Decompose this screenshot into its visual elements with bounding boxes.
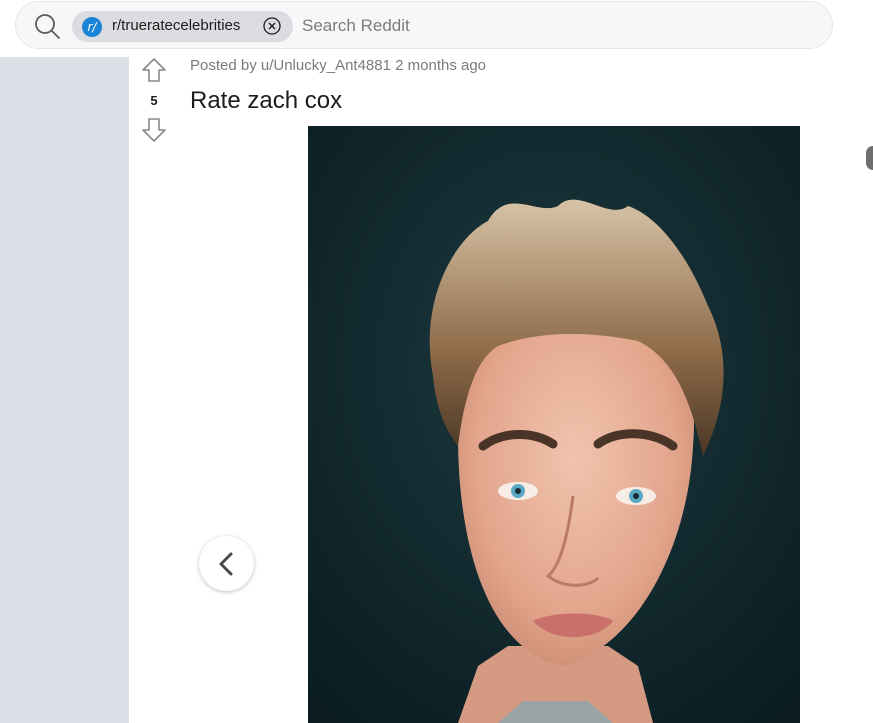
top-bar: r/ r/trueratecelebrities — [0, 0, 873, 58]
previous-image-button[interactable] — [199, 536, 254, 591]
close-circle-icon[interactable] — [263, 17, 281, 35]
post-title[interactable]: Rate zach cox — [190, 87, 342, 115]
search-bar[interactable]: r/ r/trueratecelebrities — [15, 1, 833, 49]
chevron-left-icon — [219, 552, 233, 576]
post-meta: Posted by u/Unlucky_Ant4881 2 months ago — [190, 57, 487, 74]
subreddit-icon: r/ — [82, 17, 102, 37]
post-image[interactable] — [308, 126, 800, 723]
community-chip-label: r/trueratecelebrities — [112, 17, 241, 34]
arrow-down-icon[interactable] — [141, 117, 167, 143]
vote-score: 5 — [150, 93, 158, 108]
arrow-up-icon[interactable] — [141, 57, 167, 83]
community-filter-chip[interactable]: r/ r/trueratecelebrities — [72, 11, 293, 42]
search-input[interactable] — [302, 12, 802, 40]
next-image-button[interactable] — [866, 146, 873, 170]
page-background-gutter — [0, 57, 129, 723]
post-card: 5 Posted by u/Unlucky_Ant4881 2 months a… — [129, 57, 873, 723]
search-icon — [35, 14, 60, 39]
